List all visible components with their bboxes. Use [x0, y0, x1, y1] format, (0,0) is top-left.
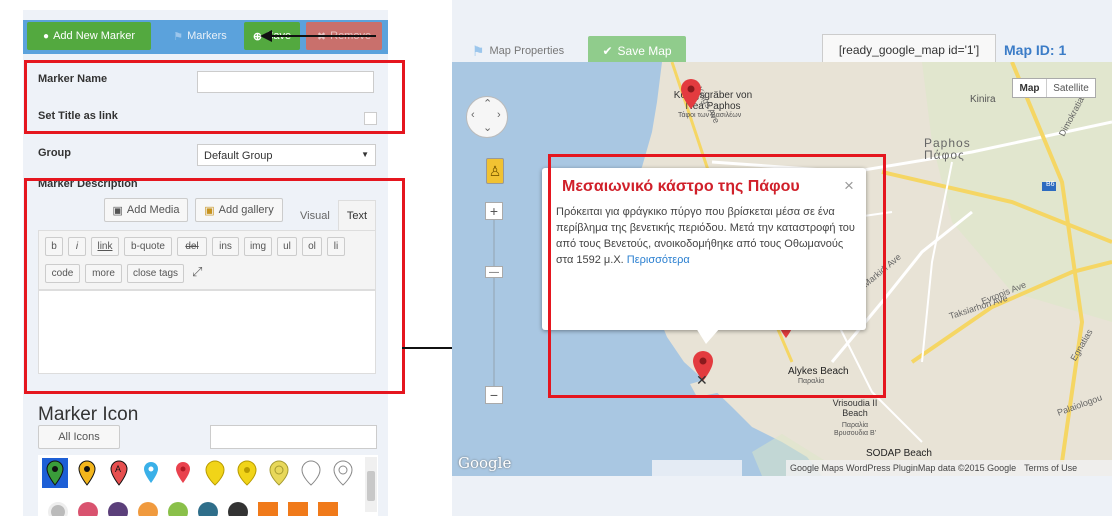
- annotation-arrow-to-save: [260, 30, 376, 42]
- marker-icon-option[interactable]: [288, 502, 308, 516]
- marker-icon-option[interactable]: [138, 502, 158, 516]
- marker-icon-option[interactable]: [42, 458, 68, 488]
- marker-icon-option[interactable]: [170, 458, 196, 488]
- marker-icon-option[interactable]: [228, 502, 248, 516]
- street-view-pegman-icon[interactable]: ♙: [486, 158, 504, 184]
- map-id-label: Map ID: 1: [1004, 42, 1067, 58]
- icon-search-input[interactable]: [210, 425, 377, 449]
- map-road-badge: B6: [1046, 181, 1055, 188]
- marker-icon-option[interactable]: [74, 458, 100, 488]
- group-label: Group: [38, 147, 71, 159]
- zoom-slider-handle[interactable]: —: [485, 266, 503, 278]
- svg-text:A: A: [115, 464, 121, 474]
- marker-icon-option[interactable]: [138, 458, 164, 488]
- marker-icon-option[interactable]: [298, 458, 324, 488]
- map-label-sodap: SODAP Beach: [866, 448, 932, 459]
- map-type-satellite-button[interactable]: Satellite: [1047, 79, 1095, 97]
- markers-tab[interactable]: ⚑ Markers: [160, 22, 240, 50]
- group-select[interactable]: Default Group ▼: [197, 144, 376, 166]
- icon-grid-row-2: [44, 498, 380, 516]
- marker-icon-option[interactable]: [108, 502, 128, 516]
- pan-up-icon: ⌃: [483, 98, 493, 110]
- pan-right-icon: ›: [497, 109, 501, 121]
- pan-control[interactable]: ⌃ ⌄ ‹ ›: [466, 96, 508, 138]
- map-attribution-text: Google Maps WordPress PluginMap data ©20…: [790, 463, 1017, 473]
- marker-icon-option[interactable]: [234, 458, 260, 488]
- all-icons-button[interactable]: All Icons: [38, 425, 120, 449]
- flag-icon: ⚑: [471, 42, 485, 59]
- google-logo: Google: [458, 454, 512, 472]
- highlight-box-description: [24, 178, 405, 394]
- marker-icon-option[interactable]: [202, 458, 228, 488]
- marker-icon-option[interactable]: [168, 502, 188, 516]
- map-label-paphos-greek: Πάφος: [924, 148, 965, 162]
- marker-icon-option[interactable]: [266, 458, 292, 488]
- highlight-box-infowindow: [548, 154, 886, 398]
- map-label-vrisoudia-greek: Παραλία Βρυσουδια Β': [834, 422, 876, 437]
- marker-icon-option[interactable]: [78, 502, 98, 516]
- marker-icon-title: Marker Icon: [38, 404, 139, 425]
- add-new-marker-button[interactable]: ● Add New Marker: [27, 22, 151, 50]
- highlight-box-name: [24, 60, 405, 134]
- marker-icon-option[interactable]: [318, 502, 338, 516]
- zoom-slider-track[interactable]: [493, 220, 495, 386]
- dropdown-arrow-icon: ▼: [361, 150, 369, 159]
- map-label-vrisoudia: Vrisoudia II Beach: [832, 398, 878, 418]
- check-icon: ✔: [602, 44, 613, 58]
- marker-icon-option[interactable]: [48, 502, 68, 516]
- zoom-in-button[interactable]: +: [485, 202, 503, 220]
- pan-down-icon: ⌄: [483, 122, 493, 134]
- marker-icon-option[interactable]: A: [106, 458, 132, 488]
- marker-icon-option[interactable]: [258, 502, 278, 516]
- map-type-control: Map Satellite: [1012, 78, 1096, 98]
- map-type-map-button[interactable]: Map: [1013, 79, 1047, 97]
- map-marker-pin[interactable]: [680, 78, 702, 110]
- marker-icon-option[interactable]: [330, 458, 356, 488]
- marker-icon-option[interactable]: [198, 502, 218, 516]
- map-attribution-bar: Google Maps WordPress PluginMap data ©20…: [786, 460, 1112, 476]
- map-label-kinira: Kinira: [970, 94, 996, 105]
- map-pin-icon: ●: [43, 30, 50, 42]
- pan-left-icon: ‹: [471, 109, 475, 121]
- zoom-out-button[interactable]: −: [485, 386, 503, 404]
- flag-icon: ⚑: [173, 30, 184, 43]
- terms-of-use-link[interactable]: Terms of Use: [1024, 463, 1077, 473]
